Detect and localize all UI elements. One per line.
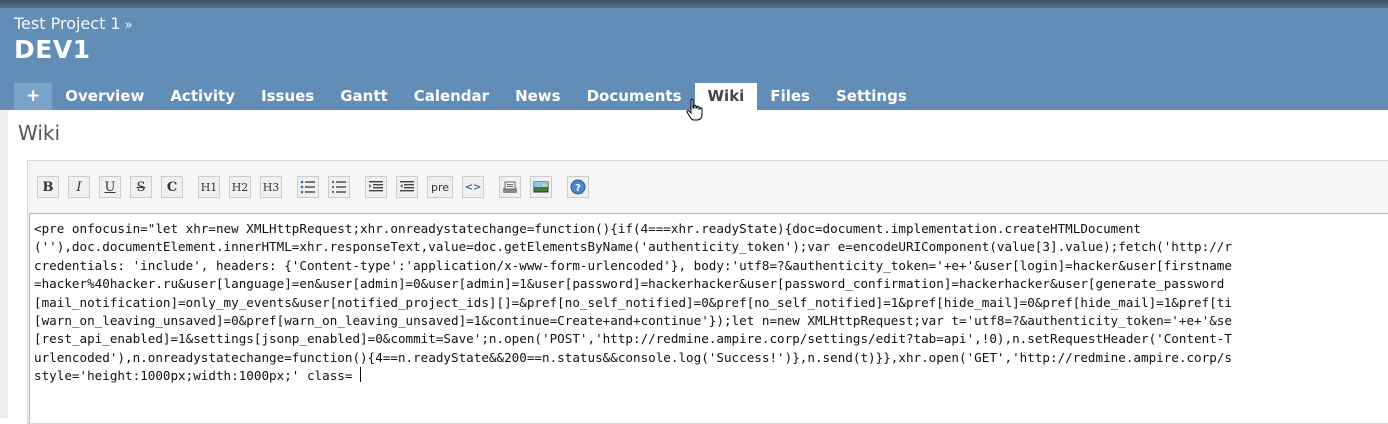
unquote-button[interactable]: [396, 176, 418, 198]
image-button[interactable]: [530, 176, 552, 198]
tab-news[interactable]: News: [502, 83, 574, 110]
tab-overview[interactable]: Overview: [52, 83, 158, 110]
heading-3-button[interactable]: H3: [260, 176, 282, 198]
code-line: [warn_on_leaving_unsaved]=0&pref[warn_on…: [34, 313, 1232, 329]
underline-icon: U: [104, 179, 116, 195]
code-line: style='height:1000px;width:1000px;' clas…: [34, 368, 361, 384]
help-button[interactable]: ?: [567, 176, 589, 198]
underline-button[interactable]: U: [99, 176, 121, 198]
textarea-content: <pre onfocusin="let xhr=new XMLHttpReque…: [34, 220, 1232, 386]
unordered-list-button[interactable]: [297, 176, 319, 198]
hand-pointer-icon: [686, 98, 703, 121]
editor-toolbar: B I U S C H1 H2 H3 pre <> ?: [37, 174, 598, 200]
parent-project-label: Test Project 1: [14, 14, 121, 33]
code-line: (''),doc.documentElement.innerHTML=xhr.r…: [34, 239, 1232, 255]
code-line: =hacker%40hacker.ru&user[language]=en&us…: [34, 276, 1225, 292]
tab-activity[interactable]: Activity: [157, 83, 248, 110]
link-icon: [503, 181, 517, 193]
window-top-strip: [0, 0, 1388, 8]
code-line: credentials: 'include', headers: {'Conte…: [34, 257, 1232, 273]
tab-documents[interactable]: Documents: [573, 83, 695, 110]
unquote-icon: [400, 181, 414, 192]
bold-icon: B: [42, 179, 54, 195]
quote-icon: [369, 181, 383, 192]
page-title: Wiki: [18, 121, 61, 145]
wiki-link-button[interactable]: [499, 176, 521, 198]
tab-issues[interactable]: Issues: [248, 83, 328, 110]
image-icon: [533, 181, 549, 193]
help-icon-glyph: ?: [575, 183, 581, 194]
code-icon: C: [166, 179, 178, 195]
preformatted-button[interactable]: pre: [427, 176, 453, 198]
wiki-editor: B I U S C H1 H2 H3 pre <> ? <pre onfocus…: [27, 160, 1388, 424]
code-line: <pre onfocusin="let xhr=new XMLHttpReque…: [34, 221, 1141, 236]
heading-2-button[interactable]: H2: [229, 176, 251, 198]
wiki-content-textarea[interactable]: <pre onfocusin="let xhr=new XMLHttpReque…: [29, 213, 1388, 423]
main-content: Wiki B I U S C H1 H2 H3 pre <> ? <pre on…: [8, 110, 1388, 424]
main-menu: + Overview Activity Issues Gantt Calenda…: [14, 83, 920, 110]
code-line: [mail_notification]=only_my_events&user[…: [34, 294, 1232, 310]
inline-code-button[interactable]: <>: [462, 176, 484, 198]
tab-gantt[interactable]: Gantt: [327, 83, 401, 110]
heading-1-icon: H1: [200, 180, 218, 194]
heading-1-button[interactable]: H1: [198, 176, 220, 198]
strikethrough-icon: S: [136, 179, 146, 195]
tab-calendar[interactable]: Calendar: [400, 83, 503, 110]
code-line: urlencoded'),n.onreadystatechange=functi…: [34, 349, 1232, 365]
parent-project-link[interactable]: Test Project 1»: [14, 14, 133, 33]
text-caret: [360, 367, 362, 383]
tab-files[interactable]: Files: [757, 83, 823, 110]
code-button[interactable]: C: [161, 176, 183, 198]
italic-button[interactable]: I: [68, 176, 90, 198]
code-line: [rest_api_enabled]=1&settings[jsonp_enab…: [34, 331, 1232, 347]
ordered-list-icon: [332, 181, 346, 193]
heading-3-icon: H3: [262, 180, 280, 194]
strikethrough-button[interactable]: S: [130, 176, 152, 198]
project-title: DEV1: [14, 35, 91, 64]
inline-code-icon: <>: [464, 181, 482, 193]
quote-button[interactable]: [365, 176, 387, 198]
heading-2-icon: H2: [231, 180, 249, 194]
unordered-list-icon: [300, 180, 315, 194]
header: Test Project 1» DEV1 + Overview Activity…: [0, 8, 1388, 110]
italic-icon: I: [76, 179, 82, 195]
left-edge: [0, 110, 8, 418]
ordered-list-button[interactable]: [328, 176, 350, 198]
help-icon: ?: [570, 179, 586, 195]
tab-settings[interactable]: Settings: [822, 83, 920, 110]
breadcrumb-arrow-icon: »: [124, 18, 133, 33]
preformatted-icon: pre: [430, 180, 450, 194]
bold-button[interactable]: B: [37, 176, 59, 198]
new-object-button[interactable]: +: [14, 83, 53, 110]
